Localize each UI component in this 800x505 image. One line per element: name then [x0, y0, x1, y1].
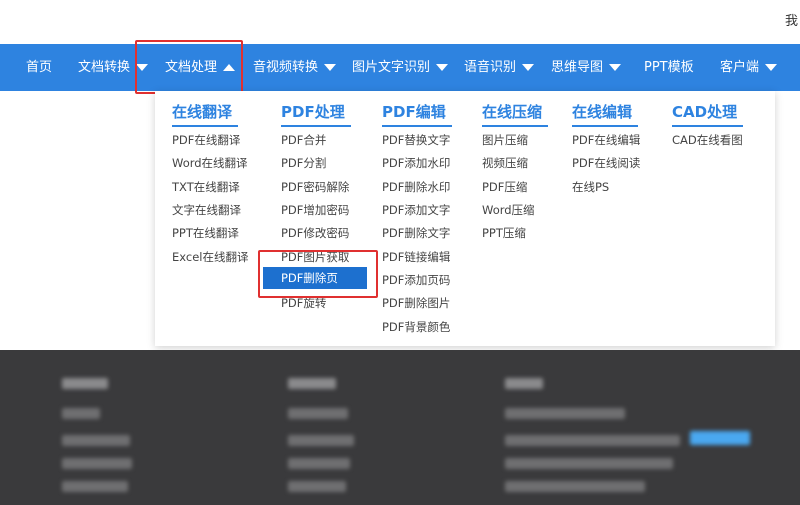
nav-item-label: 首页 [26, 60, 53, 75]
menu-item[interactable]: PDF添加水印 [382, 155, 450, 171]
menu-item[interactable]: PPT在线翻译 [172, 225, 239, 241]
menu-column-title: 在线编辑 [572, 101, 639, 127]
nav-item-mindmap[interactable]: 思维导图 [551, 44, 622, 91]
blurred-footer-text [62, 435, 130, 446]
blurred-footer-text [62, 458, 132, 469]
chevron-down-icon [436, 64, 449, 71]
menu-item[interactable]: 视频压缩 [482, 155, 528, 171]
blurred-footer-text [62, 378, 108, 389]
menu-column-title: PDF编辑 [382, 101, 452, 127]
menu-item[interactable]: PDF压缩 [482, 179, 527, 195]
blurred-footer-text [505, 435, 680, 446]
nav-item-ppt-template[interactable]: PPT模板 [644, 44, 694, 91]
nav-item-label: 图片文字识别 [352, 60, 431, 75]
menu-item[interactable]: PDF分割 [281, 155, 326, 171]
chevron-down-icon [765, 64, 778, 71]
menu-item[interactable]: PDF添加页码 [382, 272, 450, 288]
blurred-footer-text [288, 408, 348, 419]
blurred-footer-link[interactable] [690, 431, 750, 445]
menu-item[interactable]: PDF增加密码 [281, 202, 349, 218]
nav-item-label: 客户端 [720, 60, 760, 75]
menu-item[interactable]: 图片压缩 [482, 132, 528, 148]
menu-item[interactable]: PDF修改密码 [281, 225, 349, 241]
chevron-down-icon [522, 64, 535, 71]
blurred-footer-text [288, 435, 354, 446]
menu-item-highlight-box [258, 250, 378, 298]
menu-item[interactable]: PDF添加文字 [382, 202, 450, 218]
blurred-footer-text [62, 408, 100, 419]
menu-item[interactable]: PDF密码解除 [281, 179, 349, 195]
menu-item[interactable]: CAD在线看图 [672, 132, 743, 148]
nav-item-client[interactable]: 客户端 [720, 44, 778, 91]
menu-item[interactable]: PDF在线翻译 [172, 132, 240, 148]
menu-item[interactable]: PDF删除水印 [382, 179, 450, 195]
menu-item[interactable]: PPT压缩 [482, 225, 526, 241]
main-nav-bar: 首页 文档转换 文档处理 音视频转换 图片文字识别 语音识别 思维导图 PPT模… [0, 44, 800, 91]
menu-item[interactable]: 文字在线翻译 [172, 202, 241, 218]
nav-item-speech[interactable]: 语音识别 [464, 44, 535, 91]
menu-item[interactable]: PDF合并 [281, 132, 326, 148]
blurred-footer-text [288, 481, 346, 492]
nav-item-label: 文档转换 [78, 60, 131, 75]
nav-item-label: PPT模板 [644, 60, 694, 75]
nav-item-label: 思维导图 [551, 60, 604, 75]
header-corner-text[interactable]: 我 [785, 10, 798, 29]
menu-column-title: 在线压缩 [482, 101, 549, 127]
menu-item[interactable]: PDF删除文字 [382, 225, 450, 241]
menu-column-title: PDF处理 [281, 101, 351, 127]
blurred-footer-text [505, 481, 645, 492]
menu-item[interactable]: PDF链接编辑 [382, 249, 450, 265]
blurred-footer-text [505, 458, 673, 469]
top-header-strip: 我 [0, 0, 800, 44]
nav-item-label: 语音识别 [464, 60, 517, 75]
blurred-footer-text [505, 408, 625, 419]
menu-item[interactable]: PDF在线编辑 [572, 132, 640, 148]
chevron-down-icon [609, 64, 622, 71]
menu-item[interactable]: PDF在线阅读 [572, 155, 640, 171]
nav-item-image-ocr[interactable]: 图片文字识别 [352, 44, 449, 91]
menu-column-title: CAD处理 [672, 101, 744, 127]
chevron-down-icon [324, 64, 337, 71]
menu-item[interactable]: Word压缩 [482, 202, 535, 218]
menu-item[interactable]: PDF删除图片 [382, 295, 450, 311]
footer-blurred-area [0, 350, 800, 505]
menu-item[interactable]: PDF背景颜色 [382, 319, 450, 335]
nav-item-label: 音视频转换 [253, 60, 319, 75]
nav-highlight-box [135, 40, 243, 94]
blurred-footer-text [62, 481, 128, 492]
menu-item[interactable]: PDF替换文字 [382, 132, 450, 148]
blurred-footer-text [288, 458, 350, 469]
nav-item-av-convert[interactable]: 音视频转换 [253, 44, 337, 91]
blurred-footer-text [505, 378, 543, 389]
nav-item-home[interactable]: 首页 [26, 44, 52, 91]
blurred-footer-text [288, 378, 336, 389]
menu-column-title: 在线翻译 [172, 101, 239, 127]
menu-item[interactable]: 在线PS [572, 179, 609, 195]
menu-item[interactable]: Word在线翻译 [172, 155, 248, 171]
menu-item[interactable]: TXT在线翻译 [172, 179, 240, 195]
menu-item[interactable]: Excel在线翻译 [172, 249, 248, 265]
dropdown-menu-doc-process: 在线翻译 PDF在线翻译 Word在线翻译 TXT在线翻译 文字在线翻译 PPT… [155, 91, 775, 346]
